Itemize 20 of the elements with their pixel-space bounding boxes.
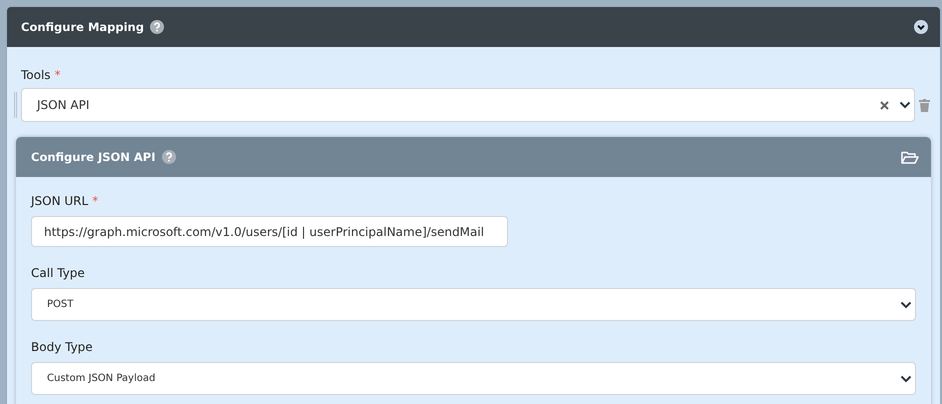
chevron-down-icon[interactable] — [900, 374, 912, 382]
card-title: Configure JSON API — [31, 150, 156, 164]
tools-select[interactable]: JSON API — [21, 88, 915, 122]
chevron-circle-icon[interactable] — [914, 20, 928, 34]
dropdown-select[interactable]: POST — [31, 288, 916, 321]
chevron-down-icon[interactable] — [899, 101, 911, 109]
field-label: Body Type — [31, 340, 93, 354]
required-asterisk: * — [54, 68, 61, 82]
chevron-down-icon[interactable] — [900, 300, 912, 308]
field-label: JSON URL — [31, 194, 88, 208]
dropdown-select[interactable]: Custom JSON Payload — [31, 362, 916, 395]
clear-icon[interactable] — [880, 100, 889, 110]
field-label: Tools — [21, 68, 51, 82]
drag-handle[interactable] — [14, 92, 17, 118]
url-input-field[interactable]: https://graph.microsoft.com/v1.0/users/[id | userPrincipalName]/sendMail — [31, 216, 508, 247]
required-asterisk: * — [92, 194, 98, 208]
folder-open-icon[interactable] — [901, 150, 919, 164]
panel-title: Configure Mapping — [21, 20, 144, 34]
field-label: Call Type — [31, 266, 85, 280]
help-icon[interactable] — [150, 20, 164, 34]
